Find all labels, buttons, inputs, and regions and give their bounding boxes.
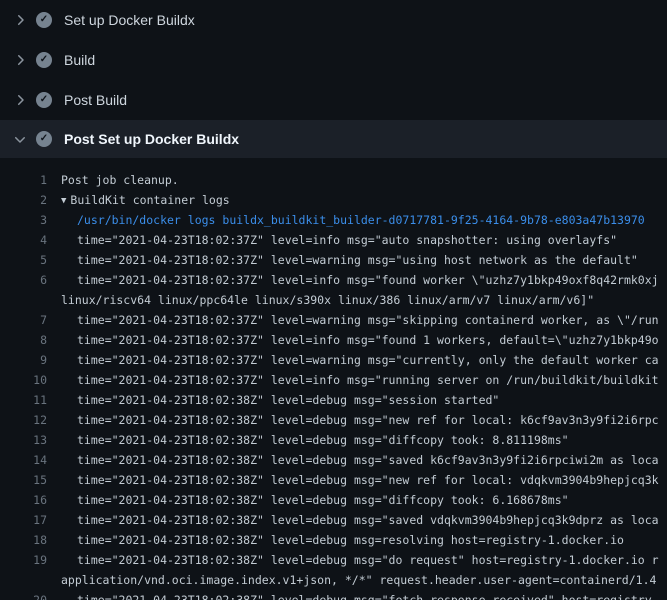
step-name: Build (64, 52, 95, 68)
step-name: Post Build (64, 92, 127, 108)
log-line-number[interactable]: 5 (0, 250, 47, 270)
log-line: 7 time="2021-04-23T18:02:37Z" level=warn… (0, 310, 667, 330)
log-line-text: application/vnd.oci.image.index.v1+json,… (47, 570, 656, 590)
log-line-text: time="2021-04-23T18:02:37Z" level=info m… (47, 330, 659, 350)
log-line-text: Post job cleanup. (47, 170, 179, 190)
log-line-text: time="2021-04-23T18:02:38Z" level=debug … (47, 590, 659, 600)
log-line-number[interactable]: 12 (0, 410, 47, 430)
log-group-label: BuildKit container logs (70, 193, 229, 207)
log-line-number[interactable]: 11 (0, 390, 47, 410)
log-line: 8 time="2021-04-23T18:02:37Z" level=info… (0, 330, 667, 350)
step-section-header[interactable]: ✓ Post Build (0, 80, 667, 120)
log-line-number[interactable]: 19 (0, 550, 47, 570)
check-circle-icon: ✓ (36, 92, 52, 108)
log-line: 19 time="2021-04-23T18:02:38Z" level=deb… (0, 550, 667, 570)
log-line: 4 time="2021-04-23T18:02:37Z" level=info… (0, 230, 667, 250)
log-line-number[interactable] (0, 570, 47, 590)
log-line-text: time="2021-04-23T18:02:38Z" level=debug … (47, 450, 659, 470)
log-line-number[interactable]: 16 (0, 490, 47, 510)
log-line-number[interactable] (0, 290, 47, 310)
log-line-text: time="2021-04-23T18:02:38Z" level=debug … (47, 490, 569, 510)
log-line-text: time="2021-04-23T18:02:38Z" level=debug … (47, 390, 499, 410)
log-line: 13 time="2021-04-23T18:02:38Z" level=deb… (0, 430, 667, 450)
actions-log-viewer: ✓ Set up Docker Buildx ✓ Build ✓ Post Bu… (0, 0, 667, 600)
step-section-header[interactable]: ✓ Set up Docker Buildx (0, 0, 667, 40)
step-section-header[interactable]: ✓ Post Set up Docker Buildx (0, 120, 667, 158)
log-line-number[interactable]: 14 (0, 450, 47, 470)
log-line: 9 time="2021-04-23T18:02:37Z" level=warn… (0, 350, 667, 370)
log-line: 14 time="2021-04-23T18:02:38Z" level=deb… (0, 450, 667, 470)
log-line: 15 time="2021-04-23T18:02:38Z" level=deb… (0, 470, 667, 490)
log-line-text: time="2021-04-23T18:02:38Z" level=debug … (47, 550, 659, 570)
log-line-number[interactable]: 15 (0, 470, 47, 490)
check-circle-icon: ✓ (36, 12, 52, 28)
log-line: linux/riscv64 linux/ppc64le linux/s390x … (0, 290, 667, 310)
log-group-toggle[interactable]: ▼BuildKit container logs (47, 190, 230, 210)
log-line-text: time="2021-04-23T18:02:38Z" level=debug … (47, 470, 659, 490)
log-line: 12 time="2021-04-23T18:02:38Z" level=deb… (0, 410, 667, 430)
log-line-text: time="2021-04-23T18:02:37Z" level=warnin… (47, 350, 659, 370)
chevron-right-icon (12, 92, 28, 108)
log-line-number[interactable]: 2 (0, 190, 47, 210)
log-line-number[interactable]: 1 (0, 170, 47, 190)
log-line: 1 Post job cleanup. (0, 170, 667, 190)
chevron-right-icon (12, 12, 28, 28)
log-line-text: time="2021-04-23T18:02:37Z" level=warnin… (47, 310, 659, 330)
log-line-text: time="2021-04-23T18:02:38Z" level=debug … (47, 530, 624, 550)
log-line-number[interactable]: 8 (0, 330, 47, 350)
log-line-number[interactable]: 4 (0, 230, 47, 250)
log-line-number[interactable]: 9 (0, 350, 47, 370)
chevron-down-icon (12, 131, 28, 147)
log-line-text: linux/riscv64 linux/ppc64le linux/s390x … (47, 290, 594, 310)
log-line-text: time="2021-04-23T18:02:38Z" level=debug … (47, 430, 569, 450)
log-line-number[interactable]: 13 (0, 430, 47, 450)
step-name: Set up Docker Buildx (64, 12, 195, 28)
log-line-number[interactable]: 18 (0, 530, 47, 550)
step-section-header[interactable]: ✓ Build (0, 40, 667, 80)
log-line-number[interactable]: 6 (0, 270, 47, 290)
log-line-text: time="2021-04-23T18:02:37Z" level=info m… (47, 370, 659, 390)
log-line-text: time="2021-04-23T18:02:37Z" level=warnin… (47, 250, 638, 270)
log-line-number[interactable]: 17 (0, 510, 47, 530)
chevron-right-icon (12, 52, 28, 68)
log-line: 3 /usr/bin/docker logs buildx_buildkit_b… (0, 210, 667, 230)
log-line: 18 time="2021-04-23T18:02:38Z" level=deb… (0, 530, 667, 550)
log-line: 2 ▼BuildKit container logs (0, 190, 667, 210)
check-circle-icon: ✓ (36, 52, 52, 68)
steps-list: ✓ Set up Docker Buildx ✓ Build ✓ Post Bu… (0, 0, 667, 158)
log-line: 16 time="2021-04-23T18:02:38Z" level=deb… (0, 490, 667, 510)
log-line-number[interactable]: 7 (0, 310, 47, 330)
log-line-number[interactable]: 20 (0, 590, 47, 600)
log-line-text: /usr/bin/docker logs buildx_buildkit_bui… (47, 210, 645, 230)
log-line-number[interactable]: 3 (0, 210, 47, 230)
check-circle-icon: ✓ (36, 131, 52, 147)
group-collapse-icon: ▼ (61, 196, 70, 206)
log-line-text: time="2021-04-23T18:02:37Z" level=info m… (47, 270, 659, 290)
log-line: 11 time="2021-04-23T18:02:38Z" level=deb… (0, 390, 667, 410)
log-line: application/vnd.oci.image.index.v1+json,… (0, 570, 667, 590)
step-name: Post Set up Docker Buildx (64, 131, 239, 147)
log-line-text: time="2021-04-23T18:02:37Z" level=info m… (47, 230, 617, 250)
step-log-area: 1 Post job cleanup. 2 ▼BuildKit containe… (0, 158, 667, 600)
log-line: 6 time="2021-04-23T18:02:37Z" level=info… (0, 270, 667, 290)
log-line: 20 time="2021-04-23T18:02:38Z" level=deb… (0, 590, 667, 600)
log-line: 17 time="2021-04-23T18:02:38Z" level=deb… (0, 510, 667, 530)
log-line-text: time="2021-04-23T18:02:38Z" level=debug … (47, 410, 659, 430)
log-line: 5 time="2021-04-23T18:02:37Z" level=warn… (0, 250, 667, 270)
log-line-number[interactable]: 10 (0, 370, 47, 390)
log-line-text: time="2021-04-23T18:02:38Z" level=debug … (47, 510, 659, 530)
log-line: 10 time="2021-04-23T18:02:37Z" level=inf… (0, 370, 667, 390)
